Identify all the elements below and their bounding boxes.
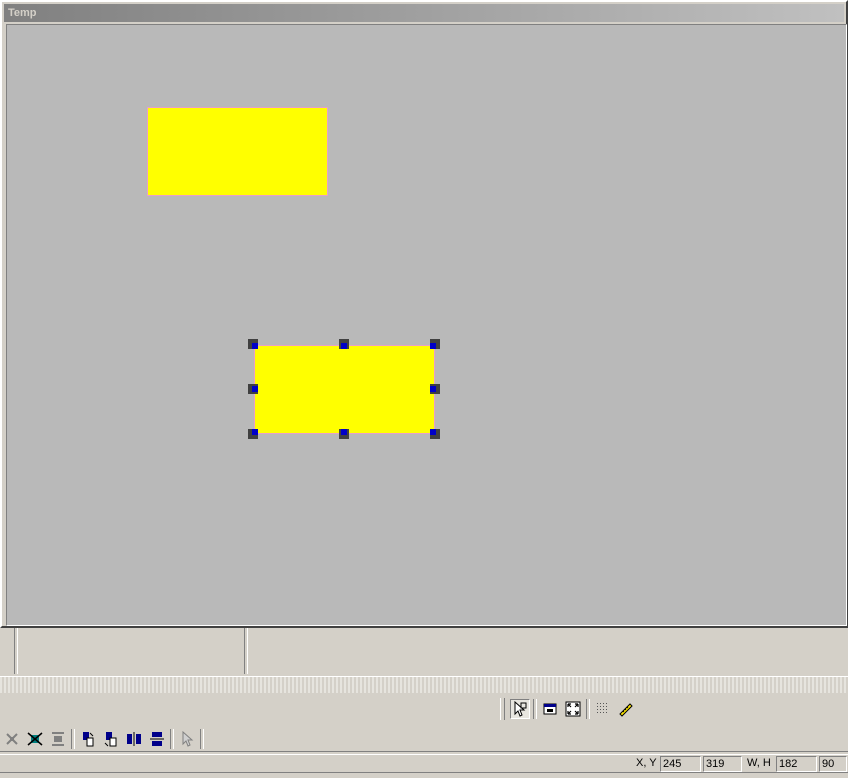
resize-handle-right[interactable] [430,384,440,394]
resize-handle-top-right[interactable] [430,339,440,349]
grid-icon[interactable] [593,699,613,719]
drawing-canvas[interactable] [6,24,847,626]
flip-horizontal-icon[interactable] [124,729,144,749]
align-center-icon[interactable] [2,729,22,749]
toolbar-separator [71,729,75,749]
toolbar-grip[interactable] [500,698,505,720]
resize-handle-top[interactable] [339,339,349,349]
arrange-toolbar [2,726,204,752]
flip-vertical-icon[interactable] [147,729,167,749]
toolbar-separator [533,699,537,719]
pane-divider[interactable] [244,628,248,674]
fit-window-icon[interactable] [540,699,560,719]
distribute-horizontal-icon[interactable] [25,729,45,749]
ruler-icon[interactable] [616,699,636,719]
window-title: Temp [8,7,37,19]
wh-label: W, H [747,757,771,769]
bottom-tab-strip [0,772,848,778]
x-value: 245 [660,756,701,772]
resize-handle-bottom-right[interactable] [430,429,440,439]
selected-rectangle-shape[interactable] [254,345,435,434]
y-value: 319 [703,756,742,772]
toolbar-separator [170,729,174,749]
resize-handle-left[interactable] [248,384,258,394]
view-toolbar [500,696,636,722]
drawing-window: Temp [0,0,848,628]
select-pointer-icon[interactable] [510,699,530,719]
h-value: 90 [819,756,847,772]
splitter-bar[interactable] [0,676,848,693]
window-title-bar[interactable]: Temp [4,4,844,22]
pane-divider[interactable] [14,628,18,674]
resize-handle-top-left[interactable] [248,339,258,349]
resize-handle-bottom-left[interactable] [248,429,258,439]
rotate-right-icon[interactable] [78,729,98,749]
rotate-left-icon[interactable] [101,729,121,749]
w-value: 182 [776,756,817,772]
xy-label: X, Y [636,757,657,769]
pointer-icon[interactable] [177,729,197,749]
toolbar-separator [586,699,590,719]
toolbar-separator [200,729,204,749]
lower-panel [0,628,848,674]
fullscreen-icon[interactable] [563,699,583,719]
rectangle-shape[interactable] [147,107,328,196]
resize-handle-bottom[interactable] [339,429,349,439]
distribute-vertical-icon[interactable] [48,729,68,749]
